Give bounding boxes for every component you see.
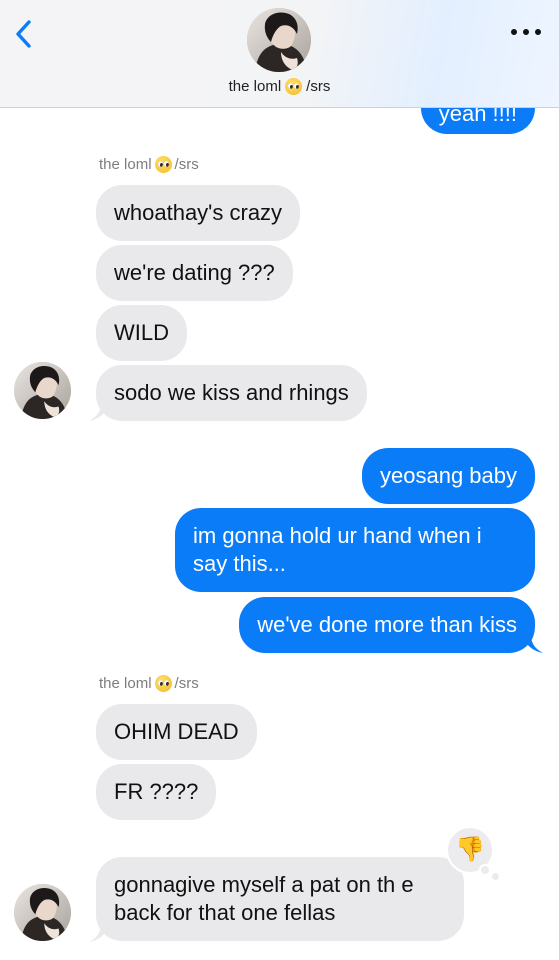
outgoing-message-bubble[interactable]: im gonna hold ur hand when i say this... bbox=[175, 508, 535, 592]
conversation-header: the loml /srs bbox=[0, 0, 559, 108]
sender-name: the loml bbox=[99, 675, 152, 692]
incoming-message-bubble[interactable]: we're dating ??? bbox=[96, 245, 293, 301]
message-text: OHIM DEAD bbox=[114, 719, 239, 744]
more-options-button[interactable] bbox=[511, 22, 541, 42]
incoming-message-bubble[interactable]: whoathay's crazy bbox=[96, 185, 301, 241]
back-button[interactable] bbox=[8, 16, 38, 52]
thumbs-down-icon: 👎 bbox=[455, 836, 485, 863]
contact-avatar[interactable] bbox=[247, 8, 311, 72]
reaction-bubble-dot bbox=[492, 873, 499, 880]
sender-suffix: /srs bbox=[174, 675, 199, 692]
pleading-face-emoji-icon bbox=[285, 78, 303, 95]
contact-name: the loml bbox=[228, 78, 282, 95]
message-text: we've done more than kiss bbox=[257, 612, 517, 637]
ellipsis-dot-icon bbox=[511, 29, 517, 35]
incoming-message-bubble[interactable]: sodo we kiss and rhings bbox=[96, 365, 367, 421]
contact-suffix: /srs bbox=[306, 78, 331, 95]
message-text: sodo we kiss and rhings bbox=[114, 380, 349, 405]
ellipsis-dot-icon bbox=[535, 29, 541, 35]
incoming-message-bubble[interactable]: gonnagive myself a pat on th e back for … bbox=[96, 857, 464, 941]
outgoing-message-bubble[interactable]: we've done more than kiss bbox=[239, 597, 535, 653]
sender-name: the loml bbox=[99, 156, 152, 173]
incoming-message-bubble[interactable]: FR ???? bbox=[96, 764, 217, 820]
ellipsis-dot-icon bbox=[523, 29, 529, 35]
sender-label: the loml /srs bbox=[99, 675, 199, 692]
message-text: WILD bbox=[114, 320, 169, 345]
incoming-message-bubble[interactable]: OHIM DEAD bbox=[96, 704, 257, 760]
pleading-face-emoji-icon bbox=[154, 675, 172, 692]
bubble-tail bbox=[89, 403, 109, 421]
message-text: im gonna hold ur hand when i say this... bbox=[193, 523, 482, 576]
pleading-face-emoji-icon bbox=[154, 156, 172, 173]
reaction-bubble-dot bbox=[479, 864, 491, 876]
sender-label: the loml /srs bbox=[99, 156, 199, 173]
bubble-tail bbox=[523, 635, 543, 653]
outgoing-message-bubble[interactable]: yeosang baby bbox=[362, 448, 535, 504]
message-text: yeosang baby bbox=[380, 463, 517, 488]
chevron-left-icon bbox=[16, 20, 31, 48]
contact-name-row[interactable]: the loml /srs bbox=[0, 78, 559, 95]
bubble-tail bbox=[89, 924, 109, 942]
message-text: FR ???? bbox=[114, 779, 199, 804]
sender-avatar[interactable] bbox=[14, 362, 71, 419]
sender-suffix: /srs bbox=[174, 156, 199, 173]
incoming-message-bubble[interactable]: WILD bbox=[96, 305, 187, 361]
message-text: gonnagive myself a pat on th e back for … bbox=[114, 872, 414, 925]
message-text: whoathay's crazy bbox=[114, 200, 283, 225]
message-text: we're dating ??? bbox=[114, 260, 275, 285]
sender-avatar[interactable] bbox=[14, 884, 71, 941]
